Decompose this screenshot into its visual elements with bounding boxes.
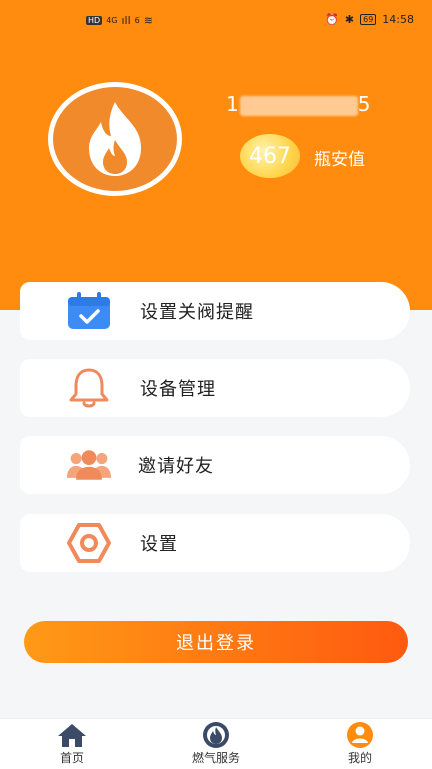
home-icon: [57, 721, 87, 749]
menu-label: 设置: [140, 534, 178, 555]
menu-label: 邀请好友: [138, 456, 214, 477]
calendar-check-icon: [66, 290, 112, 332]
tab-label: 我的: [347, 751, 372, 765]
status-bar: HD 4G ıll 6 ≋ ⏰ ✱ 69 14:58: [0, 0, 432, 40]
phone-start: 1: [226, 92, 240, 116]
avatar-flame-circle: [53, 87, 177, 191]
menu-item-close-valve-reminder[interactable]: 设置关阀提醒: [20, 282, 410, 340]
score-coin: 467: [240, 134, 300, 178]
bell-icon: [66, 367, 112, 409]
tab-home[interactable]: 首页: [22, 721, 122, 766]
logout-button[interactable]: 退出登录: [24, 621, 408, 663]
avatar[interactable]: [48, 82, 182, 196]
signal-icon: ıll: [121, 14, 131, 27]
menu-label: 设备管理: [140, 379, 216, 400]
user-circle-icon: [345, 721, 375, 749]
menu-label: 设置关阀提醒: [140, 302, 254, 323]
hd-badge: HD: [86, 16, 103, 25]
battery-indicator: 69: [360, 14, 377, 25]
wifi-icon: ≋: [143, 14, 153, 27]
score-label: 瓶安值: [314, 150, 365, 170]
menu-item-invite-friends[interactable]: 邀请好友: [20, 436, 410, 494]
bluetooth-icon: ✱: [344, 13, 355, 26]
tab-gas-service[interactable]: 燃气服务: [166, 721, 266, 766]
tab-mine[interactable]: 我的: [310, 721, 410, 766]
network-badge: 4G: [106, 16, 118, 25]
tab-label: 燃气服务: [191, 751, 240, 765]
score-value: 467: [249, 143, 291, 169]
tab-bar: 首页 燃气服务 我的: [0, 718, 432, 769]
clock: 14:58: [382, 13, 414, 26]
status-left: HD 4G ıll 6 ≋: [86, 14, 153, 27]
hexagon-settings-icon: [66, 522, 112, 564]
status-right: ⏰ ✱ 69 14:58: [325, 13, 414, 26]
flame-icon: [89, 102, 141, 176]
alarm-icon: ⏰: [325, 13, 339, 26]
phone-end: 5: [357, 92, 372, 116]
phone-number: 15: [226, 92, 371, 116]
flame-circle-icon: [201, 721, 231, 749]
network-badge-2: 6: [134, 16, 140, 25]
menu-item-settings[interactable]: 设置: [20, 514, 410, 572]
users-icon: [66, 444, 112, 486]
phone-mask: [239, 95, 358, 116]
tab-label: 首页: [59, 751, 84, 765]
menu-item-device-management[interactable]: 设备管理: [20, 359, 410, 417]
